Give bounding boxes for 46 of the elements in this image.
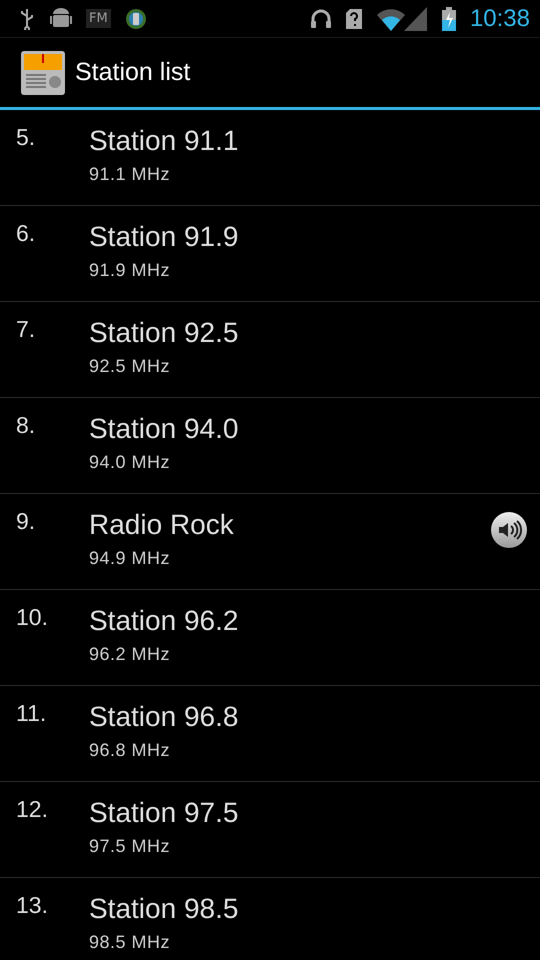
station-frequency: 94.0 MHz	[89, 452, 172, 473]
station-row[interactable]: 5. Station 91.1 91.1 MHz	[0, 110, 540, 206]
station-frequency: 91.9 MHz	[89, 260, 172, 281]
station-number: 10.	[15, 604, 49, 632]
station-frequency: 97.5 MHz	[89, 836, 172, 857]
station-row[interactable]: 12. Station 97.5 97.5 MHz	[0, 782, 540, 878]
station-row[interactable]: 9. Radio Rock 94.9 MHz	[0, 494, 540, 590]
station-number: 8.	[15, 412, 36, 440]
headphones-icon	[310, 8, 332, 28]
station-number: 6.	[15, 220, 36, 248]
station-number: 5.	[15, 124, 36, 152]
station-row[interactable]: 8. Station 94.0 94.0 MHz	[0, 398, 540, 494]
sim-unknown-icon	[346, 8, 362, 28]
station-name: Station 94.0	[89, 412, 240, 446]
battery-icon	[442, 6, 456, 30]
fm-indicator: FM	[86, 9, 111, 28]
clock: 10:38	[470, 4, 530, 32]
station-number: 12.	[15, 796, 49, 824]
station-row[interactable]: 11. Station 96.8 96.8 MHz	[0, 686, 540, 782]
station-frequency: 96.8 MHz	[89, 740, 172, 761]
phone-sync-icon	[124, 8, 147, 30]
station-row[interactable]: 6. Station 91.9 91.9 MHz	[0, 206, 540, 302]
station-frequency: 91.1 MHz	[89, 164, 172, 185]
station-frequency: 94.9 MHz	[89, 548, 172, 569]
station-number: 13.	[15, 892, 49, 920]
station-row[interactable]: 10. Station 96.2 96.2 MHz	[0, 590, 540, 686]
station-name: Station 97.5	[89, 796, 240, 830]
station-name: Station 92.5	[89, 316, 240, 350]
radio-app-icon	[21, 50, 65, 94]
station-name: Station 91.1	[89, 124, 240, 158]
station-frequency: 92.5 MHz	[89, 356, 172, 377]
station-number: 11.	[15, 700, 48, 728]
station-name: Station 96.8	[89, 700, 240, 734]
usb-icon	[18, 8, 36, 30]
station-name: Station 98.5	[89, 892, 240, 926]
station-name: Radio Rock	[89, 508, 235, 542]
station-number: 9.	[15, 508, 36, 536]
station-row[interactable]: 7. Station 92.5 92.5 MHz	[0, 302, 540, 398]
station-name: Station 96.2	[89, 604, 240, 638]
station-frequency: 98.5 MHz	[89, 932, 172, 953]
station-frequency: 96.2 MHz	[89, 644, 172, 665]
station-row[interactable]: 13. Station 98.5 98.5 MHz	[0, 878, 540, 960]
signal-icon	[376, 6, 428, 30]
station-name: Station 91.9	[89, 220, 240, 254]
screen-title: Station list	[75, 58, 190, 87]
station-number: 7.	[15, 316, 36, 344]
